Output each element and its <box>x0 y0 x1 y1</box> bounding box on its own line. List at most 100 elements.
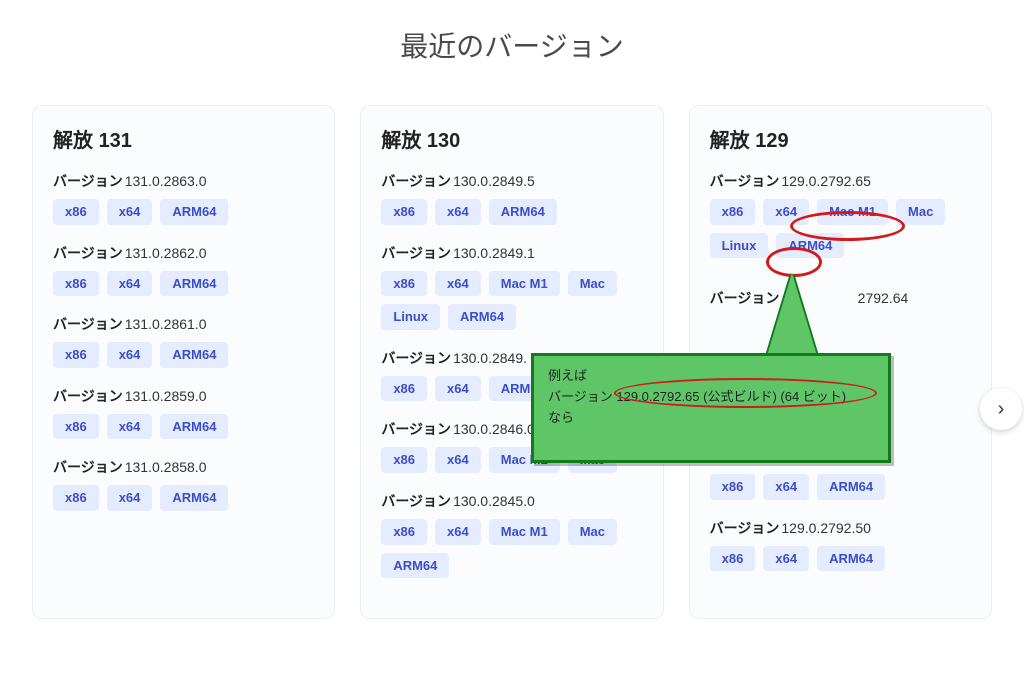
version-block: バージョン XXXXXXX 2792.64 <box>710 288 971 308</box>
arch-chip-x86[interactable]: x86 <box>710 474 756 500</box>
arch-chip-arm64[interactable]: ARM64 <box>489 199 557 225</box>
arch-chip-linux[interactable]: Linux <box>710 233 769 259</box>
next-arrow-button[interactable]: › <box>980 388 1022 430</box>
arch-chip-x64[interactable]: x64 <box>107 342 153 368</box>
arch-chip-arm64[interactable]: ARM64 <box>776 233 844 259</box>
arch-chip-arm64[interactable]: ARM64 <box>160 199 228 225</box>
version-label: バージョン <box>53 316 123 332</box>
release-prefix: 解放 <box>53 130 93 152</box>
arch-chip-x64[interactable]: x64 <box>435 519 481 545</box>
release-card-131: 解放 131 バージョン131.0.2863.0 x86 x64 ARM64 バ… <box>32 105 335 619</box>
version-label: バージョン <box>710 173 780 189</box>
arch-chip-x64[interactable]: x64 <box>435 447 481 473</box>
version-label: バージョン <box>381 245 451 261</box>
arch-chip-mac[interactable]: Mac <box>896 199 945 225</box>
callout-line2-version: 129.0.2792.65 (公式ビルド) (64 ビット) <box>616 389 846 404</box>
release-title: 解放 131 <box>53 124 314 153</box>
arch-chip-x64[interactable]: x64 <box>435 376 481 402</box>
arch-chip-x86[interactable]: x86 <box>381 376 427 402</box>
version-label: バージョン <box>53 388 123 404</box>
version-number: 131.0.2861.0 <box>125 316 207 332</box>
arch-chip-x64[interactable]: x64 <box>107 271 153 297</box>
version-number: 131.0.2863.0 <box>125 173 207 189</box>
arch-chip-x64[interactable]: x64 <box>435 271 481 297</box>
version-block: バージョン131.0.2859.0 x86 x64 ARM64 <box>53 386 314 440</box>
version-label: バージョン <box>710 520 780 536</box>
arch-chip-x86[interactable]: x86 <box>53 199 99 225</box>
version-number: 130.0.2849.5 <box>453 173 535 189</box>
release-title: 解放 129 <box>710 124 971 153</box>
arch-chip-x64[interactable]: x64 <box>763 546 809 572</box>
arch-chip-mac[interactable]: Mac <box>568 519 617 545</box>
arch-chip-arm64[interactable]: ARM64 <box>160 485 228 511</box>
version-number: 131.0.2859.0 <box>125 388 207 404</box>
version-block: バージョン130.0.2845.0 x86 x64 Mac M1 Mac ARM… <box>381 491 642 578</box>
arch-chip-mac-m1[interactable]: Mac M1 <box>489 519 560 545</box>
arch-chip-x86[interactable]: x86 <box>381 199 427 225</box>
release-number: 130 <box>427 130 460 152</box>
version-number-partial: 2792.64 <box>858 290 909 306</box>
arch-chip-linux[interactable]: Linux <box>381 304 440 330</box>
release-number: 131 <box>99 130 132 152</box>
version-number: 130.0.2849. <box>453 350 527 366</box>
version-number: 130.0.2849.1 <box>453 245 535 261</box>
version-block: バージョン131.0.2858.0 x86 x64 ARM64 <box>53 457 314 511</box>
arch-chip-x64[interactable]: x64 <box>107 414 153 440</box>
arch-chip-arm64[interactable]: ARM64 <box>160 342 228 368</box>
arch-chip-x86[interactable]: x86 <box>381 447 427 473</box>
page-title: 最近のバージョン <box>0 25 1024 65</box>
release-number: 129 <box>755 130 788 152</box>
version-block: バージョン129.0.2792.50 x86 x64 ARM64 <box>710 518 971 572</box>
version-block: バージョン130.0.2849.5 x86 x64 ARM64 <box>381 171 642 225</box>
version-number: 130.0.2845.0 <box>453 493 535 509</box>
arch-chip-x86[interactable]: x86 <box>381 519 427 545</box>
chevron-right-icon: › <box>998 398 1005 421</box>
arch-chip-x64[interactable]: x64 <box>107 485 153 511</box>
callout-line2-prefix: バージョン <box>548 389 613 404</box>
version-block: バージョン131.0.2861.0 x86 x64 ARM64 <box>53 314 314 368</box>
callout-line3: なら <box>548 408 874 429</box>
arch-chip-x64[interactable]: x64 <box>763 474 809 500</box>
arch-chip-mac-m1[interactable]: Mac M1 <box>817 199 888 225</box>
version-number: 131.0.2858.0 <box>125 459 207 475</box>
arch-chip-arm64[interactable]: ARM64 <box>160 414 228 440</box>
release-prefix: 解放 <box>381 130 421 152</box>
release-title: 解放 130 <box>381 124 642 153</box>
arch-chip-mac-m1[interactable]: Mac M1 <box>489 271 560 297</box>
arch-chip-x86[interactable]: x86 <box>53 485 99 511</box>
arch-chip-x86[interactable]: x86 <box>53 271 99 297</box>
version-label: バージョン <box>381 421 451 437</box>
version-label: バージョン <box>381 173 451 189</box>
version-block: バージョン131.0.2862.0 x86 x64 ARM64 <box>53 243 314 297</box>
arch-chip-arm64[interactable]: ARM64 <box>817 474 885 500</box>
release-prefix: 解放 <box>710 130 750 152</box>
version-label: バージョン <box>381 350 451 366</box>
arch-chip-arm64[interactable]: ARM64 <box>381 553 449 579</box>
arch-chip-x86[interactable]: x86 <box>710 199 756 225</box>
arch-chip-x64[interactable]: x64 <box>107 199 153 225</box>
version-number: 129.0.2792.65 <box>781 173 871 189</box>
arch-chip-x64[interactable]: x64 <box>435 199 481 225</box>
arch-chip-mac[interactable]: Mac <box>568 271 617 297</box>
arch-chip-arm64[interactable]: ARM64 <box>817 546 885 572</box>
arch-chip-x64[interactable]: x64 <box>763 199 809 225</box>
version-number: 131.0.2862.0 <box>125 245 207 261</box>
version-label: バージョン <box>381 493 451 509</box>
arch-chip-x86[interactable]: x86 <box>381 271 427 297</box>
version-block: バージョン129.0.2792.65 x86 x64 Mac M1 Mac Li… <box>710 171 971 258</box>
version-number: 129.0.2792.50 <box>781 520 871 536</box>
arch-chip-arm64[interactable]: ARM64 <box>160 271 228 297</box>
version-block: バージョン130.0.2849.1 x86 x64 Mac M1 Mac Lin… <box>381 243 642 330</box>
version-label: バージョン <box>53 245 123 261</box>
version-label: バージョン <box>53 459 123 475</box>
version-number: 130.0.2846.0 <box>453 421 535 437</box>
arch-chip-x86[interactable]: x86 <box>710 546 756 572</box>
version-label: バージョン <box>710 290 780 306</box>
annotation-callout: 例えば バージョン 129.0.2792.65 (公式ビルド) (64 ビット)… <box>531 353 891 463</box>
arch-chip-arm64[interactable]: ARM64 <box>448 304 516 330</box>
callout-line1: 例えば <box>548 366 874 387</box>
version-block: バージョン131.0.2863.0 x86 x64 ARM64 <box>53 171 314 225</box>
version-label: バージョン <box>53 173 123 189</box>
arch-chip-x86[interactable]: x86 <box>53 342 99 368</box>
arch-chip-x86[interactable]: x86 <box>53 414 99 440</box>
